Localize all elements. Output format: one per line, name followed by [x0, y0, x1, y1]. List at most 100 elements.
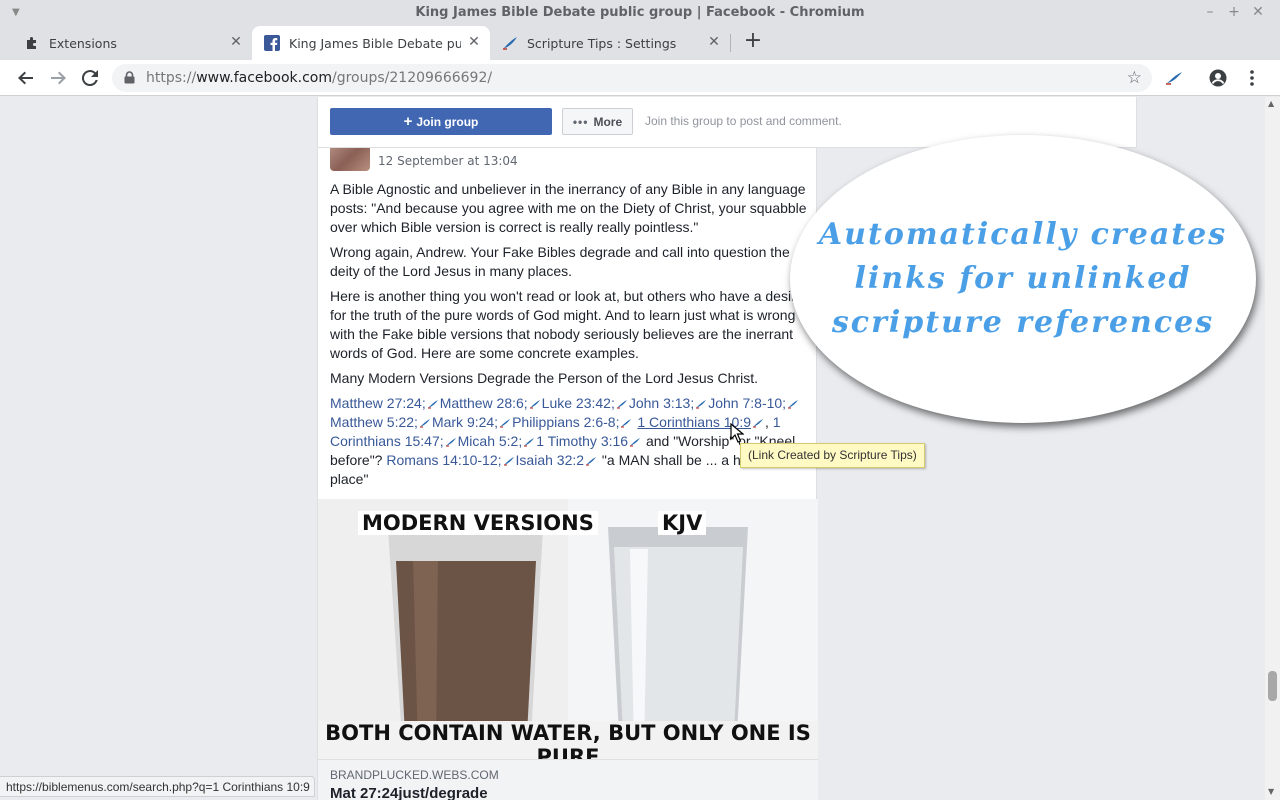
tab-scripture-tips-settings[interactable]: Scripture Tips : Settings ✕: [490, 26, 730, 60]
more-label: More: [593, 114, 623, 129]
reload-button[interactable]: [78, 66, 102, 90]
feature-callout: Automatically creates links for unlinked…: [790, 135, 1256, 423]
tab-strip: Extensions ✕ King James Bible Debate pub…: [0, 26, 1280, 60]
close-tab-icon[interactable]: ✕: [706, 34, 722, 50]
tab-facebook-group[interactable]: King James Bible Debate public ✕: [252, 26, 490, 60]
lock-icon[interactable]: [124, 71, 135, 84]
bookmark-star-icon[interactable]: ☆: [1127, 68, 1142, 88]
tab-label: King James Bible Debate public: [289, 35, 461, 51]
tab-extensions[interactable]: Extensions ✕: [12, 26, 252, 60]
quill-icon: [524, 438, 535, 447]
callout-line: scripture references: [831, 305, 1215, 340]
close-window-icon[interactable]: ✕: [1250, 4, 1266, 20]
browser-menu-button[interactable]: [1240, 66, 1264, 90]
scripture-link[interactable]: Isaiah 32:2: [516, 452, 585, 468]
post-image[interactable]: MODERN VERSIONS KJV BOTH CONTAIN WATER, …: [318, 499, 818, 759]
image-caption-left: MODERN VERSIONS: [358, 511, 598, 535]
url-host: www.facebook.com: [196, 70, 332, 86]
callout-line: Automatically creates: [818, 217, 1228, 252]
quill-icon: [1166, 72, 1182, 85]
post-paragraph: A Bible Agnostic and unbeliever in the i…: [330, 181, 807, 235]
ellipsis-icon: •••: [572, 114, 589, 129]
quill-icon: [419, 419, 430, 428]
back-arrow-icon: [18, 71, 33, 85]
reload-icon: [82, 70, 98, 86]
link-domain: BRANDPLUCKED.WEBS.COM: [330, 768, 499, 782]
quill-icon: [529, 400, 540, 409]
close-tab-icon[interactable]: ✕: [228, 34, 244, 50]
tab-label: Scripture Tips : Settings: [527, 35, 677, 51]
scroll-up-icon[interactable]: ▲: [1268, 99, 1274, 108]
scripture-link[interactable]: Matthew 27:24;: [330, 395, 426, 411]
quill-icon: [427, 400, 438, 409]
quill-icon: [503, 457, 514, 466]
quill-icon: [500, 419, 511, 428]
profile-button[interactable]: [1206, 66, 1230, 90]
quill-icon: [502, 35, 518, 51]
post-body: A Bible Agnostic and unbeliever in the i…: [330, 180, 808, 495]
scrollbar-thumb[interactable]: [1268, 671, 1277, 701]
more-button[interactable]: ••• More: [562, 108, 633, 135]
puzzle-icon: [24, 35, 40, 51]
scroll-down-icon[interactable]: ▼: [1268, 787, 1274, 796]
image-caption-right: KJV: [658, 511, 707, 535]
back-button[interactable]: [14, 66, 38, 90]
tab-separator: [730, 34, 731, 52]
quill-icon: [696, 400, 707, 409]
link-title[interactable]: Mat 27:24just/degrade: [330, 785, 488, 800]
page-content: 12 September at 13:04 A Bible Agnostic a…: [0, 97, 1280, 800]
plus-icon: +: [403, 113, 413, 130]
scripture-link[interactable]: Luke 23:42;: [542, 395, 615, 411]
scripture-link[interactable]: Romans 14:10-12;: [386, 452, 501, 468]
window-titlebar: ▼ King James Bible Debate public group |…: [0, 0, 1280, 26]
status-bar-url: https://biblemenus.com/search.php?q=1 Co…: [0, 776, 315, 797]
window-title: King James Bible Debate public group | F…: [415, 5, 865, 20]
post-timestamp[interactable]: 12 September at 13:04: [378, 154, 518, 168]
quill-icon: [753, 419, 764, 428]
mouse-cursor-icon: [730, 423, 744, 443]
post-paragraph: Many Modern Versions Degrade the Person …: [330, 370, 758, 386]
scripture-link[interactable]: 1 Timothy 3:16: [536, 433, 628, 449]
scripture-link[interactable]: Matthew 28:6;: [440, 395, 528, 411]
join-group-button[interactable]: + Join group: [330, 108, 552, 135]
maximize-icon[interactable]: +: [1226, 4, 1242, 20]
callout-line: links for unlinked: [854, 261, 1192, 296]
close-tab-icon[interactable]: ✕: [466, 34, 482, 50]
tab-label: Extensions: [49, 35, 117, 51]
browser-toolbar: https://www.facebook.com/groups/21209666…: [0, 60, 1280, 96]
address-bar[interactable]: https://www.facebook.com/groups/21209666…: [112, 64, 1152, 92]
scripture-link[interactable]: Philippians 2:6-8;: [512, 414, 619, 430]
scripture-tips-extension-button[interactable]: [1162, 66, 1186, 90]
post-paragraph: Here is another thing you won't read or …: [330, 288, 804, 361]
quill-icon: [616, 400, 627, 409]
minimize-icon[interactable]: –: [1202, 4, 1218, 20]
quill-icon: [788, 400, 799, 409]
quill-icon: [445, 438, 456, 447]
new-tab-button[interactable]: +: [741, 30, 765, 54]
scripture-link[interactable]: John 7:8-10;: [708, 395, 786, 411]
forward-button[interactable]: [46, 66, 70, 90]
url-path: /groups/21209666692/: [332, 70, 493, 86]
post-paragraph: Wrong again, Andrew. Your Fake Bibles de…: [330, 244, 790, 279]
facebook-icon: [264, 35, 280, 51]
url-scheme: https://: [146, 70, 197, 86]
callout-text: Automatically creates links for unlinked…: [810, 213, 1236, 345]
image-caption-bottom: BOTH CONTAIN WATER, BUT ONLY ONE IS PURE: [318, 721, 818, 759]
scripture-link[interactable]: Micah 5:2;: [458, 433, 523, 449]
scripture-link[interactable]: Matthew 5:22;: [330, 414, 418, 430]
link-preview[interactable]: BRANDPLUCKED.WEBS.COM Mat 27:24just/degr…: [318, 759, 818, 800]
quill-icon: [621, 419, 632, 428]
quill-icon: [586, 457, 597, 466]
join-group-label: Join group: [416, 114, 479, 129]
account-circle-icon: [1209, 69, 1227, 87]
link-tooltip: (Link Created by Scripture Tips): [740, 443, 925, 468]
join-note: Join this group to post and comment.: [645, 114, 842, 128]
url-text[interactable]: https://www.facebook.com/groups/21209666…: [146, 70, 492, 86]
page-scrollbar[interactable]: ▲ ▼: [1265, 97, 1280, 800]
scripture-link[interactable]: John 3:13;: [629, 395, 694, 411]
forward-arrow-icon: [51, 71, 66, 85]
kebab-menu-icon: [1250, 70, 1254, 86]
quill-icon: [630, 438, 641, 447]
water-glasses-illustration: [318, 499, 818, 759]
scripture-link[interactable]: Mark 9:24;: [432, 414, 498, 430]
